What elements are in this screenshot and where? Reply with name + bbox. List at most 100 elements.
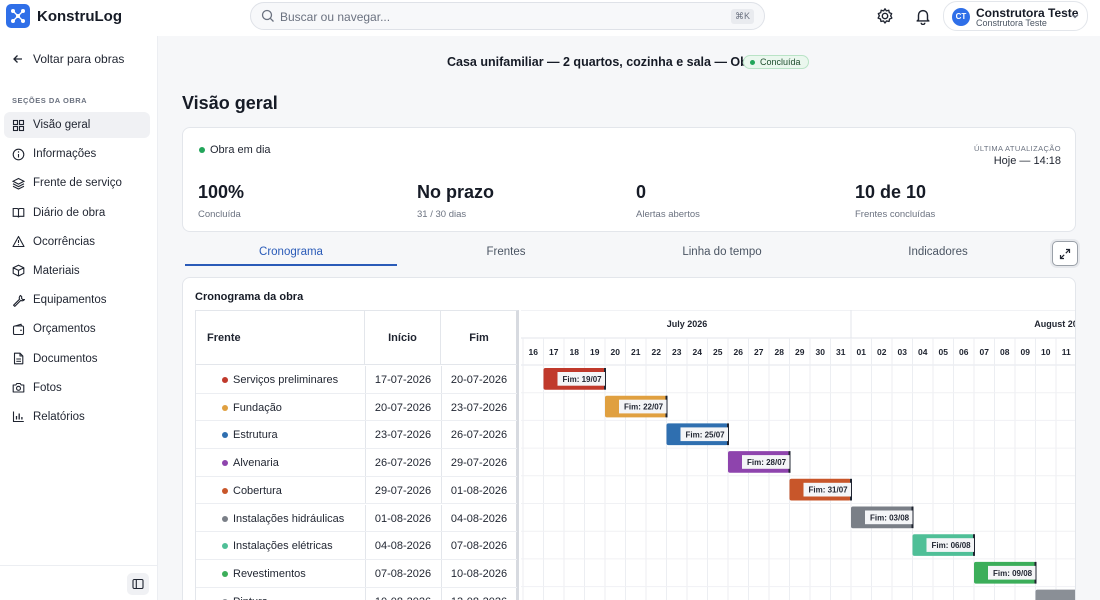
table-row[interactable]: Serviços preliminares 17-07-2026 20-07-202… [196, 366, 517, 394]
metric-value: 10 de 10 [855, 182, 927, 202]
chevron-down-icon [1071, 14, 1079, 19]
collapse-sidebar-button[interactable] [127, 573, 149, 595]
bar-label: Fim: 25/07 [686, 430, 726, 439]
sidebar: Voltar para obras SEÇÕES DA OBRA Visão g… [0, 36, 158, 600]
table-row[interactable]: Instalações hidráulicas 01-08-2026 04-08-2… [196, 504, 517, 533]
inicio-cell: 29-07-2026 [374, 484, 432, 497]
day-tick-label: 28 [775, 347, 785, 357]
sidebar-item-ocorrencias[interactable]: Ocorrências [4, 229, 150, 255]
tab-frentes[interactable]: Frentes [400, 242, 612, 266]
fim-cell: 20-07-2026 [450, 374, 508, 386]
status-dot-icon [199, 147, 205, 153]
table-row[interactable]: Fundação 20-07-2026 23-07-2026 [196, 393, 517, 422]
frente-name: Fundação [233, 401, 282, 414]
day-tick-label: 18 [570, 347, 580, 357]
day-tick-label: 27 [754, 347, 764, 357]
gantt-chart: July 2026 August 2026 16 17 18 19 20 21 22 23 24 25… [521, 310, 1076, 600]
wallet-icon [12, 323, 25, 335]
sidebar-item-diario-de-obra[interactable]: Diário de obra [4, 200, 150, 226]
day-tick-label: 09 [1021, 347, 1031, 357]
table-row[interactable]: Estrutura 23-07-2026 26-07-2026 [196, 421, 517, 450]
sidebar-item-materiais[interactable]: Materiais [4, 258, 150, 284]
user-org: Construtora Teste [976, 18, 1047, 28]
page-title: Visão geral [182, 93, 278, 113]
series-color-dot [222, 432, 228, 439]
inicio-cell: 26-07-2026 [374, 457, 432, 470]
sidebar-item-label: Ocorrências [33, 235, 95, 248]
tab-cronograma[interactable]: Cronograma [185, 242, 397, 266]
sidebar-item-orcamentos[interactable]: Orçamentos [4, 316, 150, 342]
table-row[interactable]: Instalações elétricas 04-08-2026 07-08-202… [196, 532, 517, 560]
section-label: SEÇÕES DA OBRA [12, 96, 88, 105]
frente-name: Cobertura [233, 484, 282, 497]
user-menu[interactable]: CT Construtora Teste Construtora Teste [943, 1, 1088, 31]
series-color-dot [222, 377, 228, 383]
bar-label: Fim: 19/07 [563, 375, 603, 384]
frente-name: Instalações elétricas [233, 540, 333, 553]
sidebar-item-informacoes[interactable]: Informações [4, 141, 150, 167]
sidebar-item-label: Visão geral [33, 119, 91, 131]
gear-icon[interactable] [876, 7, 894, 25]
bell-icon[interactable] [914, 7, 932, 25]
table-row[interactable]: Alvenaria 26-07-2026 29-07-2026 [196, 449, 517, 477]
fim-cell: 07-08-2026 [450, 540, 508, 553]
layers-icon [12, 177, 25, 190]
camera-icon [12, 383, 25, 393]
day-tick-label: 17 [549, 347, 559, 357]
column-header-inicio: Início [365, 311, 441, 365]
table-row[interactable]: Cobertura 29-07-2026 01-08-2026 [196, 476, 517, 505]
metric-alertas: 0 Alertas abertos [636, 182, 700, 220]
day-tick-label: 10 [1041, 347, 1051, 357]
sidebar-item-equipamentos[interactable]: Equipamentos [4, 287, 150, 313]
search-input[interactable]: Buscar ou navegar... ⌘K [250, 2, 765, 30]
metric-label: Frentes concluídas [855, 209, 936, 220]
column-header-fim: Fim [441, 311, 517, 365]
sidebar-item-label: Relatórios [33, 410, 85, 423]
series-color-dot [222, 487, 228, 494]
app-logo-icon[interactable] [6, 4, 30, 28]
back-to-obras-link[interactable]: Voltar para obras [12, 52, 124, 66]
bar-label: Fim: 28/07 [747, 458, 787, 467]
gantt-card: Cronograma da obra Frente Início Fim Ser… [182, 277, 1076, 600]
day-tick-label: 16 [529, 347, 539, 357]
inicio-cell: 01-08-2026 [374, 512, 432, 525]
gantt-title: Cronograma da obra [195, 291, 304, 303]
day-tick-label: 26 [734, 347, 744, 357]
day-tick-label: 30 [816, 347, 826, 357]
bar-label: Fim: 03/08 [870, 513, 910, 522]
month-label: August 2026 [1034, 319, 1076, 329]
sidebar-item-frente-de-servico[interactable]: Frente de serviço [4, 170, 150, 196]
inicio-cell: 04-08-2026 [374, 540, 432, 553]
inicio-cell: 07-08-2026 [374, 567, 432, 580]
fim-cell: 23-07-2026 [450, 401, 508, 414]
inicio-cell: 17-07-2026 [374, 374, 432, 386]
sidebar-item-visao-geral[interactable]: Visão geral [4, 112, 150, 138]
document-icon [13, 352, 24, 365]
sidebar-item-documentos[interactable]: Documentos [4, 346, 150, 372]
table-row[interactable]: Revestimentos 07-08-2026 10-08-2026 [196, 559, 517, 588]
tab-bar: Cronograma Frentes Linha do tempo Indica… [182, 242, 1052, 266]
gantt-bar [1035, 589, 1075, 600]
app-name: KonstruLog [37, 8, 122, 25]
series-color-dot [222, 543, 228, 550]
fullscreen-button[interactable] [1052, 241, 1078, 266]
obra-title: Casa unifamiliar — 2 quartos, cozinha e … [447, 55, 771, 69]
tab-linha-do-tempo[interactable]: Linha do tempo [616, 242, 828, 266]
sidebar-item-relatorios[interactable]: Relatórios [4, 404, 150, 430]
fim-cell: 29-07-2026 [450, 457, 508, 470]
table-row[interactable]: Pintura 10-08-202613-08-2026 [196, 587, 517, 600]
frente-name: Serviços preliminares [233, 374, 339, 386]
sidebar-item-label: Materiais [33, 264, 80, 277]
tab-indicadores[interactable]: Indicadores [832, 242, 1044, 266]
sidebar-footer [0, 565, 158, 600]
day-tick-label: 04 [918, 347, 928, 357]
search-icon [261, 9, 274, 22]
sidebar-item-fotos[interactable]: Fotos [4, 375, 150, 401]
frente-name: Instalações hidráulicas [233, 512, 345, 525]
frente-name: Estrutura [233, 429, 278, 442]
month-label: July 2026 [667, 319, 708, 329]
status-text: Obra em dia [210, 144, 271, 156]
metric-value: 0 [636, 182, 647, 202]
fim-cell: 26-07-2026 [450, 429, 508, 442]
day-tick-label: 06 [959, 347, 969, 357]
